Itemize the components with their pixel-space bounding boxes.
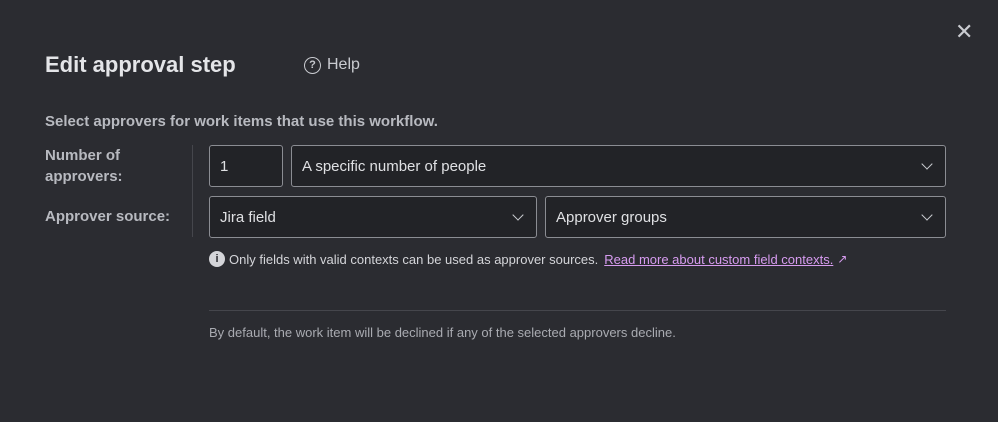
chevron-down-icon	[921, 209, 933, 221]
help-button[interactable]: ? Help	[304, 56, 360, 74]
approver-mode-value: A specific number of people	[302, 157, 487, 175]
approver-count-value: 1	[220, 157, 229, 175]
info-text: Only fields with valid contexts can be u…	[229, 251, 599, 267]
source-field-value: Approver groups	[556, 208, 667, 226]
approver-count-input[interactable]: 1	[209, 145, 283, 187]
custom-field-contexts-link[interactable]: Read more about custom field contexts.	[604, 252, 833, 267]
divider	[209, 310, 946, 311]
approver-source-label: Approver source:	[45, 208, 171, 225]
info-message: i Only fields with valid contexts can be…	[209, 251, 847, 267]
help-icon: ?	[304, 56, 321, 74]
chevron-down-icon	[512, 209, 524, 221]
external-link-icon: ↗	[837, 252, 848, 266]
divider	[192, 145, 193, 237]
approver-source-type-select[interactable]: Jira field	[209, 196, 537, 238]
source-type-value: Jira field	[220, 208, 276, 226]
footer-note: By default, the work item will be declin…	[209, 325, 676, 340]
dialog-subtitle: Select approvers for work items that use…	[45, 113, 438, 130]
approver-mode-select[interactable]: A specific number of people	[291, 145, 946, 187]
approver-source-field-select[interactable]: Approver groups	[545, 196, 946, 238]
close-icon[interactable]: ✕	[955, 21, 973, 43]
chevron-down-icon	[921, 158, 933, 170]
help-label: Help	[327, 56, 360, 73]
number-of-approvers-label: Number of approvers:	[45, 147, 123, 185]
dialog-title: Edit approval step	[45, 52, 236, 77]
info-icon: i	[209, 251, 225, 267]
